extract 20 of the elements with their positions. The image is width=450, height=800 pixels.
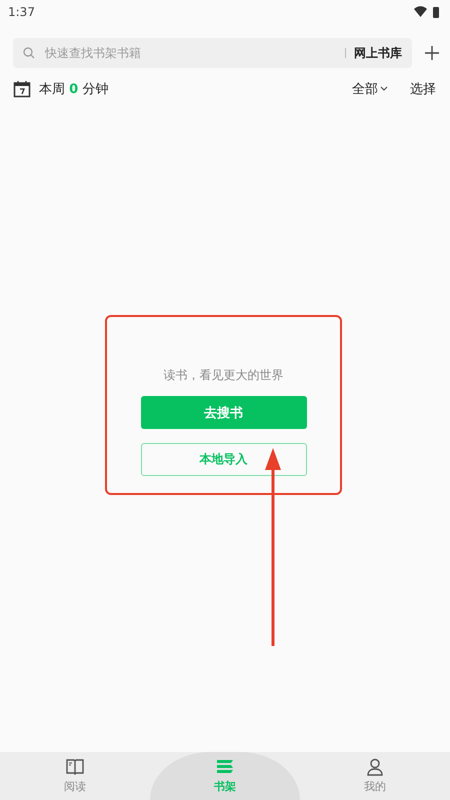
shelf-icon — [215, 758, 235, 776]
book-icon — [65, 758, 85, 776]
online-library-link[interactable]: 网上书库 — [354, 44, 402, 62]
add-icon[interactable] — [424, 45, 440, 61]
local-import-button[interactable]: 本地导入 — [140, 443, 306, 476]
weekly-reading-time: 本周 0 分钟 — [39, 81, 110, 98]
search-field[interactable]: 快速查找书架书籍 网上书库 — [13, 38, 412, 68]
nav-tab[interactable]: 书架 — [150, 752, 300, 800]
select-button[interactable]: 选择 — [396, 80, 436, 98]
search-books-button[interactable]: 去搜书 — [140, 396, 306, 429]
status-time: 1:37 — [8, 5, 35, 19]
status-icons — [414, 6, 440, 18]
nav-tab[interactable]: 阅读 — [0, 752, 150, 800]
chevron-down-icon — [380, 86, 388, 92]
nav-tab[interactable]: 我的 — [300, 752, 450, 800]
empty-message: 读书，看见更大的世界 — [164, 367, 284, 384]
calendar-icon — [13, 80, 31, 98]
filter-dropdown[interactable]: 全部 — [352, 80, 388, 98]
search-icon — [23, 47, 35, 59]
person-icon — [366, 758, 384, 776]
